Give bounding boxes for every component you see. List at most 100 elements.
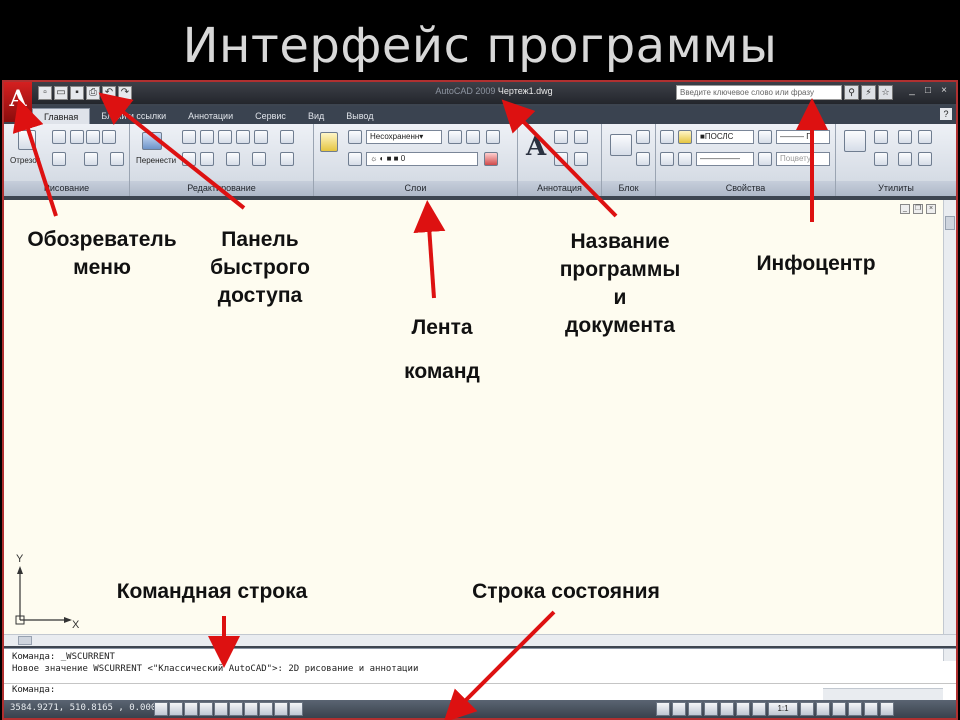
clipboard-icon[interactable]	[874, 152, 888, 166]
drawing-minimize-icon[interactable]: _	[900, 204, 910, 214]
current-layer-dropdown[interactable]: ☼ ◐ ■ ■ 0	[366, 152, 478, 166]
leader-icon[interactable]	[574, 152, 588, 166]
ortho-mode-icon[interactable]	[184, 702, 198, 716]
save-icon[interactable]: ▪	[70, 86, 84, 100]
lineweight-icon[interactable]	[758, 130, 772, 144]
match-properties-icon[interactable]	[660, 130, 674, 144]
move-icon[interactable]	[142, 132, 162, 150]
array-icon[interactable]	[280, 130, 294, 144]
hatch-icon[interactable]	[110, 152, 124, 166]
help-button[interactable]: ?	[940, 108, 952, 120]
menu-browser-button[interactable]: A	[4, 82, 32, 122]
annotation-scale[interactable]: 1:1	[768, 702, 798, 716]
panel-modify-label[interactable]: Редактирование	[130, 181, 313, 196]
tab-output[interactable]: Вывод	[335, 108, 384, 124]
layer-state-dropdown[interactable]: Несохраненн▾	[366, 130, 442, 144]
vertical-scroll-thumb[interactable]	[945, 216, 955, 230]
snap-mode-icon[interactable]	[154, 702, 168, 716]
new-file-icon[interactable]: ▫	[38, 86, 52, 100]
polyline-icon[interactable]	[52, 130, 66, 144]
plot-style-icon[interactable]	[758, 152, 772, 166]
mirror-icon[interactable]	[218, 130, 232, 144]
tab-home[interactable]: Главная	[32, 108, 91, 124]
tab-blocks[interactable]: Блоки и ссылки	[90, 108, 177, 124]
layer-match-icon[interactable]	[448, 130, 462, 144]
zoom-icon[interactable]	[844, 130, 866, 152]
quick-view-icon[interactable]	[688, 702, 702, 716]
stretch-icon[interactable]	[254, 130, 268, 144]
measure-icon[interactable]	[874, 130, 888, 144]
layer-state-icon[interactable]	[348, 130, 362, 144]
horizontal-scroll-thumb[interactable]	[18, 636, 32, 645]
table-icon[interactable]	[554, 152, 568, 166]
clean-screen-icon[interactable]	[880, 702, 894, 716]
tab-annotate[interactable]: Аннотации	[177, 108, 244, 124]
status-menu-icon[interactable]	[864, 702, 878, 716]
open-file-icon[interactable]: ▭	[54, 86, 68, 100]
linetype-icon[interactable]	[678, 152, 692, 166]
fillet-icon[interactable]	[182, 152, 196, 166]
mtext-icon[interactable]	[554, 130, 568, 144]
lock-icon[interactable]	[848, 702, 862, 716]
extend-icon[interactable]	[252, 152, 266, 166]
layout-icon[interactable]	[672, 702, 686, 716]
tab-tools[interactable]: Сервис	[244, 108, 297, 124]
panel-utilities-label[interactable]: Утилиты	[836, 181, 956, 196]
id-point-icon[interactable]	[918, 152, 932, 166]
layer-previous-icon[interactable]	[466, 130, 480, 144]
layer-freeze-icon[interactable]	[484, 152, 498, 166]
tab-view[interactable]: Вид	[297, 108, 335, 124]
quick-properties-icon[interactable]	[289, 702, 303, 716]
layer-isolate-icon[interactable]	[486, 130, 500, 144]
trim-icon[interactable]	[226, 152, 240, 166]
drawing-close-icon[interactable]: ×	[926, 204, 936, 214]
maximize-button[interactable]: □	[922, 85, 934, 96]
vertical-scrollbar[interactable]	[943, 200, 956, 646]
panel-annotation-label[interactable]: Аннотация	[518, 181, 601, 196]
auto-scale-icon[interactable]	[816, 702, 830, 716]
offset-icon[interactable]	[200, 152, 214, 166]
rectangle-icon[interactable]	[102, 130, 116, 144]
command-horizontal-scrollbar[interactable]	[823, 688, 943, 700]
object-tracking-icon[interactable]	[229, 702, 243, 716]
panel-properties-label[interactable]: Свойства	[656, 181, 835, 196]
print-icon[interactable]: ⎙	[86, 86, 100, 100]
edit-block-icon[interactable]	[636, 152, 650, 166]
linetype-dropdown[interactable]: —————	[696, 152, 754, 166]
dimension-icon[interactable]	[574, 130, 588, 144]
favorites-icon[interactable]: ☆	[878, 85, 893, 100]
layer-properties-icon[interactable]	[320, 132, 338, 152]
layer-off-icon[interactable]	[348, 152, 362, 166]
color-icon[interactable]	[678, 130, 692, 144]
copy-icon[interactable]	[182, 130, 196, 144]
search-icon[interactable]: ⚲	[844, 85, 859, 100]
quick-select-icon[interactable]	[898, 130, 912, 144]
color-dropdown[interactable]: ■ПОСЛС	[696, 130, 754, 144]
command-line[interactable]: Команда: _WSCURRENT Новое значение WSCUR…	[4, 648, 956, 700]
dynamic-ucs-icon[interactable]	[244, 702, 258, 716]
model-space-icon[interactable]	[656, 702, 670, 716]
command-prompt[interactable]: Команда:	[4, 683, 956, 695]
arc-icon[interactable]	[70, 130, 84, 144]
text-icon[interactable]: A	[526, 132, 546, 162]
communication-center-icon[interactable]: ⚡	[861, 85, 876, 100]
undo-icon[interactable]: ↶	[102, 86, 116, 100]
panel-layers-label[interactable]: Слои	[314, 181, 517, 196]
rotate-icon[interactable]	[200, 130, 214, 144]
panel-block-label[interactable]: Блок	[602, 181, 655, 196]
lineweight-toggle-icon[interactable]	[274, 702, 288, 716]
showmotion-icon[interactable]	[752, 702, 766, 716]
infocenter-search-input[interactable]: Введите ключевое слово или фразу	[676, 85, 842, 100]
line-tool-icon[interactable]	[18, 130, 36, 150]
polygon-icon[interactable]	[86, 130, 100, 144]
grid-display-icon[interactable]	[169, 702, 183, 716]
explode-icon[interactable]	[280, 152, 294, 166]
calculator-icon[interactable]	[918, 130, 932, 144]
panel-draw-label[interactable]: Рисование	[4, 181, 129, 196]
create-block-icon[interactable]	[636, 130, 650, 144]
horizontal-scrollbar[interactable]	[4, 634, 956, 646]
scale-icon[interactable]	[236, 130, 250, 144]
polar-tracking-icon[interactable]	[199, 702, 213, 716]
minimize-button[interactable]: _	[906, 85, 918, 96]
list-icon[interactable]	[660, 152, 674, 166]
